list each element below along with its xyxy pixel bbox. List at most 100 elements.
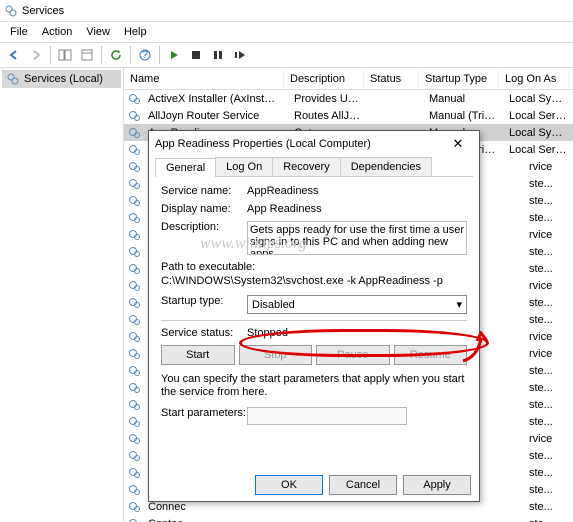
col-logon[interactable]: Log On As — [499, 71, 569, 87]
cell-logon: ste... — [523, 518, 573, 522]
cell-logon: ste... — [523, 416, 573, 428]
gear-icon — [128, 330, 142, 344]
cell-logon: ste... — [523, 399, 573, 411]
column-headers: Name Description Status Startup Type Log… — [124, 68, 573, 90]
dialog-title: App Readiness Properties (Local Computer… — [155, 138, 371, 150]
gear-icon — [128, 313, 142, 327]
pause-icon[interactable] — [208, 45, 228, 65]
menu-view[interactable]: View — [80, 24, 116, 40]
gear-icon — [128, 517, 142, 522]
cell-logon: ste... — [523, 212, 573, 224]
gear-icon — [128, 381, 142, 395]
cancel-button[interactable]: Cancel — [329, 475, 397, 495]
separator — [159, 46, 160, 64]
back-icon[interactable] — [4, 45, 24, 65]
gear-icon — [128, 466, 142, 480]
window-title-bar: Services — [0, 0, 573, 22]
col-name[interactable]: Name — [124, 71, 284, 87]
close-icon[interactable]: ✕ — [443, 134, 473, 154]
menu-action[interactable]: Action — [36, 24, 79, 40]
play-icon[interactable] — [164, 45, 184, 65]
dialog-title-bar: App Readiness Properties (Local Computer… — [149, 131, 479, 157]
startup-type-label: Startup type: — [161, 295, 247, 307]
table-row[interactable]: ActiveX Installer (AxInstSV)Provides Us.… — [124, 90, 573, 107]
cell-logon: ste... — [523, 195, 573, 207]
gears-icon — [4, 4, 18, 18]
cell-name: Contac — [142, 518, 192, 522]
gear-icon — [128, 483, 142, 497]
menu-help[interactable]: Help — [118, 24, 153, 40]
path-value: C:\WINDOWS\System32\svchost.exe -k AppRe… — [161, 275, 467, 287]
table-row[interactable]: Contac ste... — [124, 515, 573, 522]
service-name-label: Service name: — [161, 185, 247, 197]
gears-icon — [6, 72, 20, 86]
cell-name: ActiveX Installer (AxInstSV) — [142, 93, 288, 105]
service-name-value: AppReadiness — [247, 185, 467, 197]
properties-dialog: App Readiness Properties (Local Computer… — [148, 130, 480, 502]
start-params-label: Start parameters: — [161, 407, 247, 419]
help-icon[interactable]: ? — [135, 45, 155, 65]
description-field[interactable] — [247, 221, 467, 255]
cell-logon: ste... — [523, 246, 573, 258]
col-startup[interactable]: Startup Type — [419, 71, 499, 87]
gear-icon — [128, 449, 142, 463]
service-status-value: Stopped — [247, 327, 467, 339]
show-hide-icon[interactable] — [55, 45, 75, 65]
cell-logon: ste... — [523, 501, 573, 513]
gear-icon — [128, 126, 142, 140]
cell-logon: ste... — [523, 297, 573, 309]
gear-icon — [128, 347, 142, 361]
cell-desc: Routes AllJo... — [288, 110, 368, 122]
col-status[interactable]: Status — [364, 71, 419, 87]
gear-icon — [128, 415, 142, 429]
window-title: Services — [22, 5, 64, 17]
service-status-label: Service status: — [161, 327, 247, 339]
gear-icon — [128, 92, 142, 106]
gear-icon — [128, 211, 142, 225]
tree-root-label: Services (Local) — [24, 73, 103, 85]
cell-logon: rvice — [523, 331, 573, 343]
cell-startup: Manual — [423, 93, 503, 105]
tab-recovery[interactable]: Recovery — [272, 157, 340, 176]
gear-icon — [128, 143, 142, 157]
gear-icon — [128, 432, 142, 446]
gear-icon — [128, 228, 142, 242]
refresh-icon[interactable] — [106, 45, 126, 65]
table-row[interactable]: AllJoyn Router ServiceRoutes AllJo...Man… — [124, 107, 573, 124]
gear-icon — [128, 109, 142, 123]
separator — [130, 46, 131, 64]
cell-logon: rvice — [523, 161, 573, 173]
cell-logon: ste... — [523, 365, 573, 377]
menu-bar: File Action View Help — [0, 22, 573, 42]
cell-logon: ste... — [523, 263, 573, 275]
properties-icon[interactable] — [77, 45, 97, 65]
tab-logon[interactable]: Log On — [215, 157, 273, 176]
gear-icon — [128, 296, 142, 310]
toolbar: ? — [0, 42, 573, 68]
gear-icon — [128, 177, 142, 191]
tab-general[interactable]: General — [155, 158, 216, 177]
startup-type-select[interactable]: Disabled ▾ — [247, 295, 467, 314]
menu-file[interactable]: File — [4, 24, 34, 40]
cell-logon: rvice — [523, 229, 573, 241]
gear-icon — [128, 500, 142, 514]
gear-icon — [128, 262, 142, 276]
tree-root[interactable]: Services (Local) — [2, 70, 121, 88]
ok-button[interactable]: OK — [255, 475, 323, 495]
forward-icon — [26, 45, 46, 65]
start-params-field — [247, 407, 407, 425]
apply-button[interactable]: Apply — [403, 475, 471, 495]
restart-icon[interactable] — [230, 45, 250, 65]
cell-logon: ste... — [523, 450, 573, 462]
description-label: Description: — [161, 221, 247, 233]
col-desc[interactable]: Description — [284, 71, 364, 87]
svg-text:?: ? — [142, 49, 148, 61]
dialog-footer: OK Cancel Apply — [255, 475, 471, 495]
tab-dependencies[interactable]: Dependencies — [340, 157, 432, 176]
display-name-label: Display name: — [161, 203, 247, 215]
cell-logon: Local Servi... — [503, 110, 573, 122]
cell-desc: Provides Us... — [288, 93, 368, 105]
stop-icon[interactable] — [186, 45, 206, 65]
cell-logon: ste... — [523, 314, 573, 326]
start-button[interactable]: Start — [161, 345, 235, 365]
